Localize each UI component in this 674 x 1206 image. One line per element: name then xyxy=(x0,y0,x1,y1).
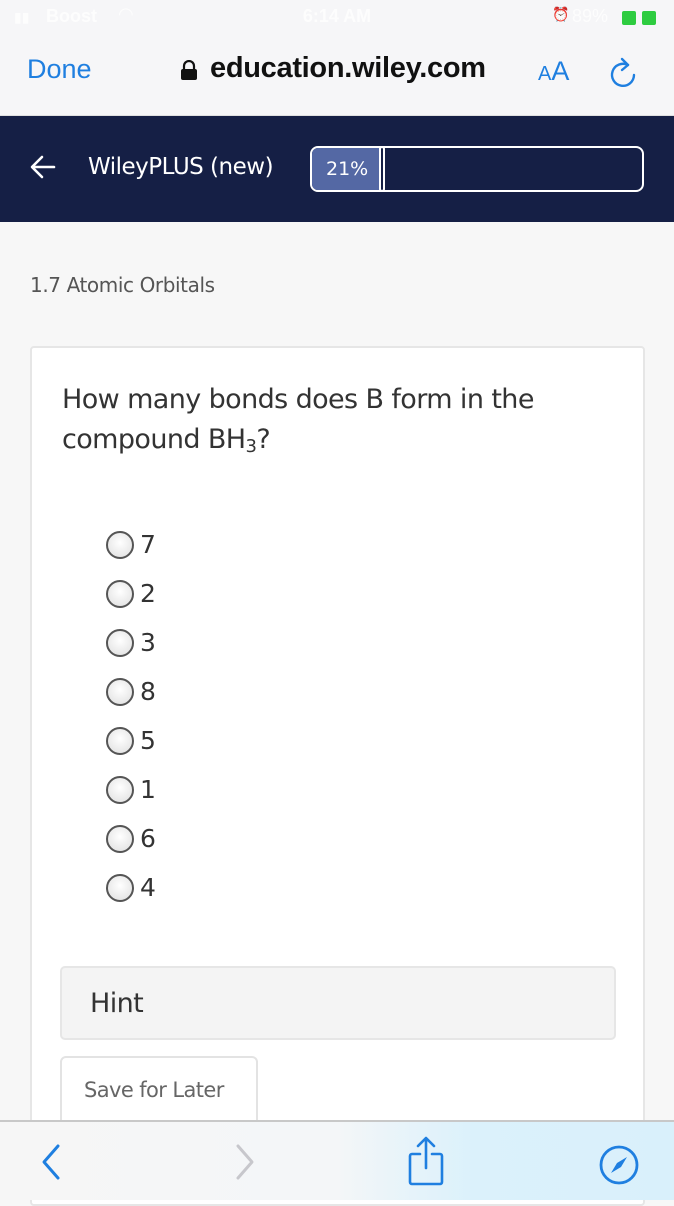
question-text-main: How many bonds does B form in the compou… xyxy=(62,384,534,455)
answer-option[interactable]: 8 xyxy=(106,667,156,716)
done-button[interactable]: Done xyxy=(27,54,92,85)
compass-icon[interactable] xyxy=(598,1144,640,1186)
section-title: 1.7 Atomic Orbitals xyxy=(30,273,215,297)
radio-button[interactable] xyxy=(106,824,134,853)
text-size-small-glyph: A xyxy=(538,63,552,85)
hint-button[interactable]: Hint xyxy=(60,966,616,1040)
text-size-button[interactable]: AA xyxy=(538,56,569,87)
app-title[interactable]: WileyPLUS (new) xyxy=(88,154,274,180)
radio-button[interactable] xyxy=(106,530,134,559)
answer-option[interactable]: 6 xyxy=(106,814,156,863)
battery-percent: 89% xyxy=(572,6,609,26)
save-for-later-label: Save for Later xyxy=(84,1078,224,1102)
text-size-large-glyph: A xyxy=(551,56,570,86)
save-for-later-button[interactable]: Save for Later xyxy=(60,1056,258,1126)
answer-option-label: 8 xyxy=(140,677,156,706)
question-text-end: ? xyxy=(256,424,271,455)
answer-option-label: 3 xyxy=(140,628,156,657)
browser-url-bar: Done education.wiley.com AA xyxy=(0,36,674,116)
app-header: WileyPLUS (new) 21% xyxy=(0,116,674,222)
answer-option-label: 5 xyxy=(140,726,156,755)
question-subscript: 3 xyxy=(245,436,257,457)
chevron-left-icon[interactable] xyxy=(36,1140,66,1184)
battery-icon xyxy=(622,11,658,27)
answer-option[interactable]: 7 xyxy=(106,520,156,569)
radio-button[interactable] xyxy=(106,726,134,755)
browser-bottom-toolbar xyxy=(0,1120,674,1200)
question-card: How many bonds does B form in the compou… xyxy=(30,346,645,1206)
arrow-left-icon[interactable] xyxy=(30,154,56,180)
progress-label: 21% xyxy=(326,158,369,180)
answer-option[interactable]: 5 xyxy=(106,716,156,765)
answer-option-label: 2 xyxy=(140,579,156,608)
answer-option[interactable]: 1 xyxy=(106,765,156,814)
chevron-right-icon[interactable] xyxy=(230,1140,260,1184)
share-icon[interactable] xyxy=(408,1132,444,1188)
radio-button[interactable] xyxy=(106,775,134,804)
hint-label: Hint xyxy=(90,988,144,1019)
progress-bar: 21% xyxy=(310,146,644,192)
progress-handle xyxy=(379,148,385,190)
reload-icon[interactable] xyxy=(608,56,638,90)
answer-option-label: 6 xyxy=(140,824,156,853)
answer-option[interactable]: 4 xyxy=(106,863,156,912)
answer-option[interactable]: 2 xyxy=(106,569,156,618)
question-text: How many bonds does B form in the compou… xyxy=(62,380,562,467)
status-bar: ▮▮ Boost ◠ 6:14 AM ⏰ 89% xyxy=(0,0,674,36)
lock-icon xyxy=(181,60,197,80)
radio-button[interactable] xyxy=(106,873,134,902)
radio-button[interactable] xyxy=(106,628,134,657)
answer-option-label: 7 xyxy=(140,530,156,559)
radio-button[interactable] xyxy=(106,579,134,608)
alarm-icon: ⏰ xyxy=(552,6,570,22)
url-host[interactable]: education.wiley.com xyxy=(210,52,486,85)
radio-button[interactable] xyxy=(106,677,134,706)
answer-option-label: 1 xyxy=(140,775,156,804)
answer-option[interactable]: 3 xyxy=(106,618,156,667)
answer-options: 7 2 3 8 5 1 6 4 xyxy=(106,520,156,912)
answer-option-label: 4 xyxy=(140,873,156,902)
